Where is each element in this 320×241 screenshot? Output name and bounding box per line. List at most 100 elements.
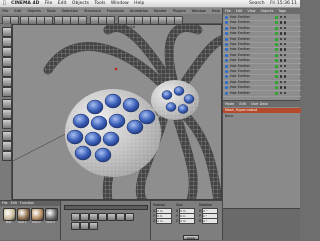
- editor-visibility-dot[interactable]: [280, 37, 283, 40]
- polygons-mode-icon[interactable]: [2, 87, 12, 97]
- om-menu-objects[interactable]: Objects: [261, 9, 274, 13]
- om-menu-view[interactable]: View: [247, 9, 255, 13]
- menu-help[interactable]: Help: [134, 1, 144, 6]
- visibility-check-icon[interactable]: [275, 91, 278, 95]
- visibility-check-icon[interactable]: [275, 86, 278, 90]
- menu-objects[interactable]: Objects: [72, 1, 89, 6]
- model-mode-icon[interactable]: [2, 27, 12, 37]
- apply-button[interactable]: Apply: [183, 235, 199, 240]
- editor-visibility-dot[interactable]: [280, 26, 283, 30]
- visibility-check-icon[interactable]: [275, 21, 278, 25]
- render-visibility-dot[interactable]: [284, 86, 287, 89]
- visibility-check-icon[interactable]: [275, 80, 278, 84]
- om-menu-edit[interactable]: Edit: [236, 9, 243, 13]
- go-end-icon[interactable]: [125, 213, 134, 221]
- render-visibility-dot[interactable]: [284, 64, 287, 67]
- editor-visibility-dot[interactable]: [280, 21, 283, 24]
- prev-frame-icon[interactable]: [89, 213, 98, 221]
- keyframe-selection-icon[interactable]: [89, 222, 98, 230]
- app-name[interactable]: CINEMA 4D: [11, 1, 39, 6]
- render-visibility-dot[interactable]: [284, 16, 287, 19]
- tweak-mode-icon[interactable]: [2, 99, 12, 109]
- render-visibility-dot[interactable]: [284, 70, 287, 73]
- points-mode-icon[interactable]: [2, 67, 12, 77]
- object-mode-icon[interactable]: [2, 37, 12, 47]
- editor-visibility-dot[interactable]: [280, 91, 283, 94]
- visibility-check-icon[interactable]: [275, 37, 278, 41]
- workplane-icon[interactable]: [2, 119, 12, 129]
- editor-visibility-dot[interactable]: [280, 32, 283, 35]
- editor-visibility-dot[interactable]: [280, 64, 283, 67]
- menu-window[interactable]: Window: [111, 1, 129, 6]
- visibility-check-icon[interactable]: [275, 75, 278, 79]
- coord-value-field[interactable]: 0 m: [156, 218, 173, 224]
- apple-icon[interactable]: : [3, 1, 6, 6]
- editor-visibility-dot[interactable]: [280, 48, 283, 51]
- editor-visibility-dot[interactable]: [280, 53, 283, 57]
- visibility-check-icon[interactable]: [275, 64, 278, 68]
- app-menu-item[interactable]: Plugins: [173, 9, 186, 13]
- app-menu-item[interactable]: Edit: [14, 9, 21, 13]
- play-icon[interactable]: [98, 213, 107, 221]
- autokey-icon[interactable]: [80, 222, 89, 230]
- editor-visibility-dot[interactable]: [280, 75, 283, 78]
- attr-tab-edit[interactable]: Edit: [239, 102, 246, 106]
- visibility-check-icon[interactable]: [275, 53, 278, 57]
- solo-icon[interactable]: [2, 141, 12, 151]
- app-menu-item[interactable]: Selection: [62, 9, 79, 13]
- next-frame-icon[interactable]: [107, 213, 116, 221]
- render-visibility-dot[interactable]: [284, 75, 287, 78]
- mat-menu-file[interactable]: File: [2, 201, 8, 205]
- visibility-check-icon[interactable]: [275, 32, 278, 36]
- record-icon[interactable]: [71, 222, 80, 230]
- render-visibility-dot[interactable]: [284, 43, 287, 46]
- om-menu-tags[interactable]: Tags: [278, 9, 286, 13]
- app-menu-item[interactable]: Objects: [27, 9, 41, 13]
- editor-visibility-dot[interactable]: [280, 80, 283, 84]
- render-visibility-dot[interactable]: [284, 37, 287, 40]
- render-visibility-dot[interactable]: [284, 48, 287, 51]
- editor-visibility-dot[interactable]: [280, 86, 283, 89]
- editor-visibility-dot[interactable]: [280, 43, 283, 46]
- editor-visibility-dot[interactable]: [280, 70, 283, 73]
- render-visibility-dot[interactable]: [284, 59, 287, 62]
- editor-visibility-dot[interactable]: [280, 16, 283, 19]
- menu-file[interactable]: File: [45, 1, 53, 6]
- visibility-check-icon[interactable]: [275, 16, 278, 19]
- app-menu-item[interactable]: Functions: [107, 9, 124, 13]
- render-visibility-dot[interactable]: [284, 53, 287, 57]
- menu-tools[interactable]: Tools: [94, 1, 105, 6]
- app-menu-item[interactable]: Structure: [84, 9, 101, 13]
- render-visibility-dot[interactable]: [284, 32, 287, 35]
- render-visibility-dot[interactable]: [284, 80, 287, 84]
- mat-menu-function[interactable]: Function: [20, 201, 34, 205]
- visibility-check-icon[interactable]: [275, 48, 278, 52]
- app-menu-item[interactable]: Render: [154, 9, 167, 13]
- mat-menu-edit[interactable]: Edit: [11, 201, 17, 205]
- render-visibility-dot[interactable]: [284, 21, 287, 24]
- attributes-subtitle[interactable]: Basic: [223, 114, 301, 119]
- object-row[interactable]: Hair Emitter: [223, 91, 301, 97]
- visibility-check-icon[interactable]: [275, 26, 278, 30]
- go-start-icon[interactable]: [71, 213, 80, 221]
- visibility-check-icon[interactable]: [275, 59, 278, 63]
- texture-mode-icon[interactable]: [2, 47, 12, 57]
- visibility-check-icon[interactable]: [275, 43, 278, 46]
- app-menu-item[interactable]: Animation: [130, 9, 148, 13]
- snap-icon[interactable]: [2, 131, 12, 141]
- coord-value-field[interactable]: 0 °: [202, 218, 219, 224]
- time-slider[interactable]: [64, 205, 148, 210]
- animation-mode-icon[interactable]: [2, 109, 12, 119]
- app-menu-item[interactable]: Help: [212, 9, 220, 13]
- app-menu-item[interactable]: Tools: [47, 9, 56, 13]
- visibility-check-icon[interactable]: [275, 70, 278, 73]
- axis-mode-icon[interactable]: [2, 57, 12, 67]
- 3d-viewport[interactable]: spider.c4d: [12, 24, 222, 200]
- om-menu-file[interactable]: File: [225, 9, 231, 13]
- edges-mode-icon[interactable]: [2, 77, 12, 87]
- app-menu-item[interactable]: Window: [192, 9, 206, 13]
- prev-key-icon[interactable]: [80, 213, 89, 221]
- menu-edit[interactable]: Edit: [58, 1, 67, 6]
- render-visibility-dot[interactable]: [284, 91, 287, 94]
- coord-value-field[interactable]: 0 m: [179, 218, 196, 224]
